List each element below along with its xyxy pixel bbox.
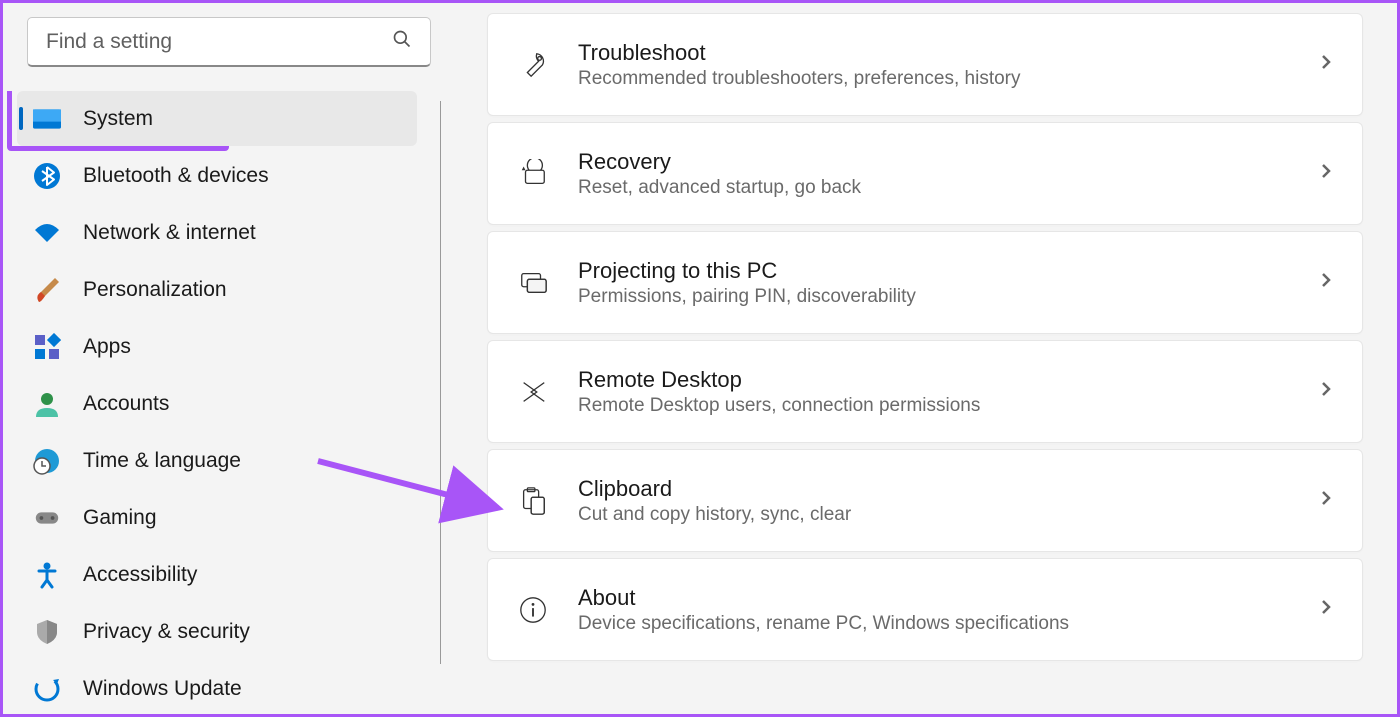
wifi-icon — [33, 219, 61, 247]
recovery-icon — [516, 157, 550, 191]
sidebar-item-accessibility[interactable]: Accessibility — [17, 547, 417, 602]
project-icon — [516, 266, 550, 300]
card-title: Recovery — [578, 149, 1318, 175]
chevron-right-icon — [1318, 490, 1334, 511]
sidebar-item-system[interactable]: System — [17, 91, 417, 146]
sidebar-item-label: Accessibility — [83, 563, 197, 587]
card-desc: Cut and copy history, sync, clear — [578, 504, 1318, 526]
card-desc: Remote Desktop users, connection permiss… — [578, 395, 1318, 417]
card-title: About — [578, 585, 1318, 611]
sidebar-item-network[interactable]: Network & internet — [17, 205, 417, 260]
sidebar-item-apps[interactable]: Apps — [17, 319, 417, 374]
card-recovery[interactable]: Recovery Reset, advanced startup, go bac… — [487, 122, 1363, 225]
card-title: Troubleshoot — [578, 40, 1318, 66]
card-title: Clipboard — [578, 476, 1318, 502]
update-icon — [33, 675, 61, 703]
card-desc: Reset, advanced startup, go back — [578, 177, 1318, 199]
info-icon — [516, 593, 550, 627]
card-remote-desktop[interactable]: Remote Desktop Remote Desktop users, con… — [487, 340, 1363, 443]
chevron-right-icon — [1318, 272, 1334, 293]
sidebar-item-accounts[interactable]: Accounts — [17, 376, 417, 431]
card-desc: Permissions, pairing PIN, discoverabilit… — [578, 286, 1318, 308]
main-panel: Troubleshoot Recommended troubleshooters… — [443, 7, 1393, 714]
card-troubleshoot[interactable]: Troubleshoot Recommended troubleshooters… — [487, 13, 1363, 116]
sidebar-item-bluetooth[interactable]: Bluetooth & devices — [17, 148, 417, 203]
bluetooth-icon — [33, 162, 61, 190]
sidebar-item-gaming[interactable]: Gaming — [17, 490, 417, 545]
remote-icon — [516, 375, 550, 409]
sidebar-item-label: System — [83, 107, 153, 131]
sidebar-item-label: Bluetooth & devices — [83, 164, 269, 188]
sidebar-item-label: Personalization — [83, 278, 227, 302]
clock-globe-icon — [33, 447, 61, 475]
sidebar: Find a setting System Bluetooth & device… — [7, 7, 443, 714]
card-title: Projecting to this PC — [578, 258, 1318, 284]
card-about[interactable]: About Device specifications, rename PC, … — [487, 558, 1363, 661]
search-icon — [392, 29, 412, 54]
sidebar-item-label: Time & language — [83, 449, 241, 473]
nav-list: System Bluetooth & devices Network & int… — [7, 91, 443, 714]
sidebar-item-label: Accounts — [83, 392, 169, 416]
accessibility-icon — [33, 561, 61, 589]
clipboard-icon — [516, 484, 550, 518]
chevron-right-icon — [1318, 54, 1334, 75]
chevron-right-icon — [1318, 381, 1334, 402]
sidebar-item-label: Network & internet — [83, 221, 256, 245]
sidebar-item-label: Apps — [83, 335, 131, 359]
sidebar-item-windows-update[interactable]: Windows Update — [17, 661, 417, 714]
shield-icon — [33, 618, 61, 646]
settings-window: Find a setting System Bluetooth & device… — [3, 3, 1397, 714]
wrench-icon — [516, 48, 550, 82]
sidebar-item-time-language[interactable]: Time & language — [17, 433, 417, 488]
person-icon — [33, 390, 61, 418]
apps-icon — [33, 333, 61, 361]
card-clipboard[interactable]: Clipboard Cut and copy history, sync, cl… — [487, 449, 1363, 552]
gamepad-icon — [33, 504, 61, 532]
sidebar-item-privacy[interactable]: Privacy & security — [17, 604, 417, 659]
card-desc: Device specifications, rename PC, Window… — [578, 613, 1318, 635]
sidebar-item-label: Gaming — [83, 506, 157, 530]
system-icon — [33, 105, 61, 133]
sidebar-item-personalization[interactable]: Personalization — [17, 262, 417, 317]
chevron-right-icon — [1318, 599, 1334, 620]
brush-icon — [33, 276, 61, 304]
card-projecting[interactable]: Projecting to this PC Permissions, pairi… — [487, 231, 1363, 334]
card-desc: Recommended troubleshooters, preferences… — [578, 68, 1318, 90]
sidebar-item-label: Privacy & security — [83, 620, 250, 644]
sidebar-item-label: Windows Update — [83, 677, 242, 701]
search-placeholder: Find a setting — [46, 30, 172, 54]
card-title: Remote Desktop — [578, 367, 1318, 393]
scrollbar[interactable] — [440, 101, 441, 664]
chevron-right-icon — [1318, 163, 1334, 184]
search-input[interactable]: Find a setting — [27, 17, 431, 67]
